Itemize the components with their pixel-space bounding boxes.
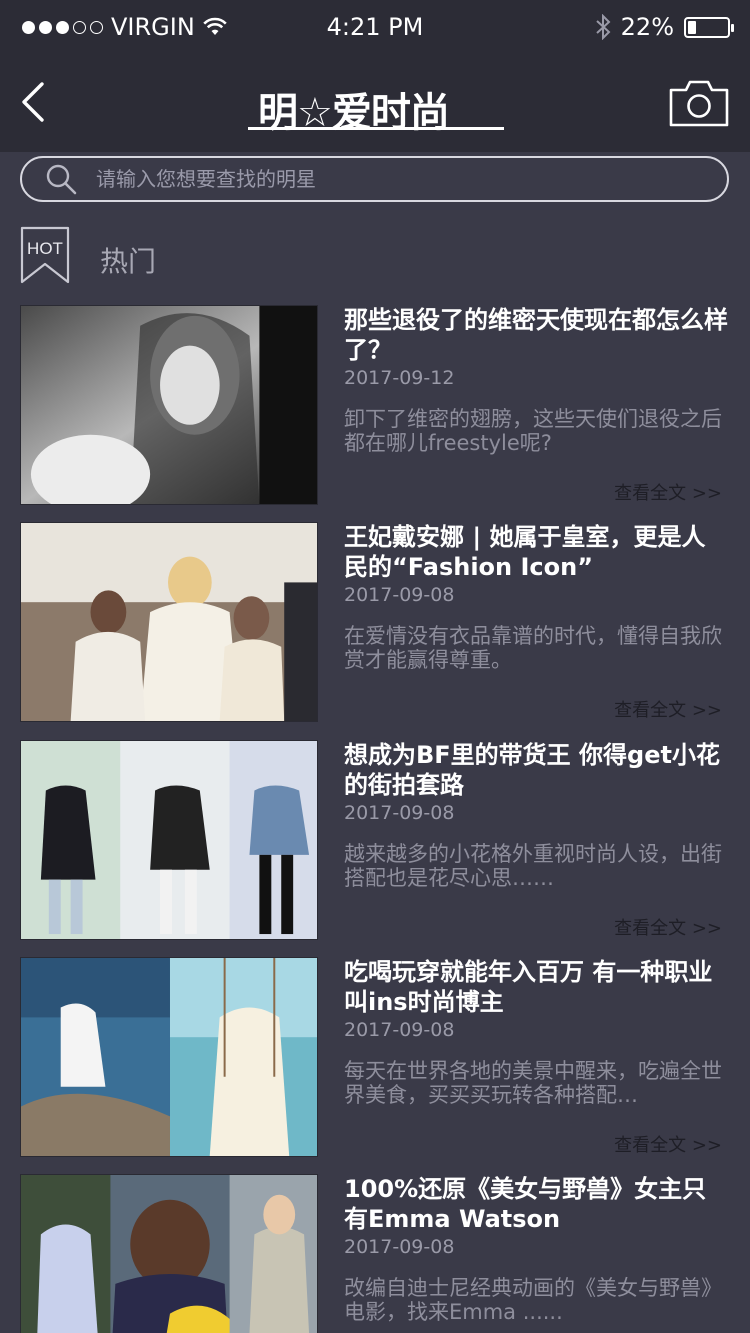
signal-strength-icon — [22, 20, 103, 34]
article-summary: 每天在世界各地的美景中醒来，吃遍全世界美食，买买买玩转各种搭配… — [344, 1059, 722, 1107]
article-title[interactable]: 王妃戴安娜 | 她属于皇室，更是人民的“Fashion Icon” — [344, 522, 728, 582]
logo-underline — [248, 127, 504, 130]
article-date: 2017-09-08 — [344, 1236, 455, 1258]
article-summary: 在爱情没有衣品靠谱的时代，懂得自我欣赏才能赢得尊重。 — [344, 624, 722, 672]
article-date: 2017-09-08 — [344, 584, 455, 606]
battery-percent: 22% — [620, 13, 674, 41]
article-title[interactable]: 100%还原《美女与野兽》女主只有Emma Watson — [344, 1174, 728, 1234]
search-bar[interactable] — [20, 156, 729, 202]
article-thumbnail[interactable] — [20, 957, 318, 1157]
wifi-icon — [203, 17, 227, 35]
bluetooth-icon — [595, 14, 611, 40]
article-card[interactable]: 王妃戴安娜 | 她属于皇室，更是人民的“Fashion Icon” 2017-0… — [20, 522, 730, 722]
battery-level — [688, 20, 697, 34]
section-header: HOT 热门 — [20, 226, 420, 286]
search-input[interactable] — [96, 167, 696, 191]
article-thumbnail[interactable] — [20, 522, 318, 722]
article-title[interactable]: 想成为BF里的带货王 你得get小花的街拍套路 — [344, 740, 728, 800]
read-more-link[interactable]: 查看全文 >> — [614, 1131, 722, 1157]
read-more-link[interactable]: 查看全文 >> — [614, 479, 722, 505]
carrier-name: VIRGIN — [111, 13, 195, 41]
search-icon — [46, 164, 77, 195]
back-arrow-icon[interactable] — [14, 76, 58, 128]
article-summary: 改编自迪士尼经典动画的《美女与野兽》电影，找来Emma ...... — [344, 1276, 722, 1324]
carrier-signal: VIRGIN — [22, 13, 227, 41]
article-date: 2017-09-08 — [344, 1019, 455, 1041]
status-bar: VIRGIN 4:21 PM 22% — [0, 0, 750, 54]
article-summary: 越来越多的小花格外重视时尚人设，出街搭配也是花尽心思…… — [344, 842, 722, 890]
app-logo: 明☆爱时尚 — [248, 68, 504, 138]
article-thumbnail[interactable] — [20, 740, 318, 940]
camera-icon[interactable] — [668, 78, 730, 128]
navigation-bar: 明☆爱时尚 — [0, 54, 750, 152]
article-thumbnail[interactable] — [20, 305, 318, 505]
article-summary: 卸下了维密的翅膀，这些天使们退役之后都在哪儿freestyle呢? — [344, 407, 722, 455]
article-date: 2017-09-12 — [344, 367, 455, 389]
article-thumbnail[interactable] — [20, 1174, 318, 1333]
article-card[interactable]: 100%还原《美女与野兽》女主只有Emma Watson 2017-09-08 … — [20, 1174, 730, 1333]
hot-badge-icon: HOT — [20, 226, 70, 284]
article-card[interactable]: 那些退役了的维密天使现在都怎么样了？ 2017-09-12 卸下了维密的翅膀，这… — [20, 305, 730, 505]
article-card[interactable]: 吃喝玩穿就能年入百万 有一种职业叫ins时尚博主 2017-09-08 每天在世… — [20, 957, 730, 1157]
article-title[interactable]: 那些退役了的维密天使现在都怎么样了？ — [344, 305, 728, 365]
article-title[interactable]: 吃喝玩穿就能年入百万 有一种职业叫ins时尚博主 — [344, 957, 728, 1017]
article-date: 2017-09-08 — [344, 802, 455, 824]
article-card[interactable]: 想成为BF里的带货王 你得get小花的街拍套路 2017-09-08 越来越多的… — [20, 740, 730, 940]
read-more-link[interactable]: 查看全文 >> — [614, 696, 722, 722]
battery-icon — [684, 16, 734, 38]
section-title: 热门 — [100, 245, 157, 278]
read-more-link[interactable]: 查看全文 >> — [614, 914, 722, 940]
hot-badge-text: HOT — [27, 239, 63, 258]
